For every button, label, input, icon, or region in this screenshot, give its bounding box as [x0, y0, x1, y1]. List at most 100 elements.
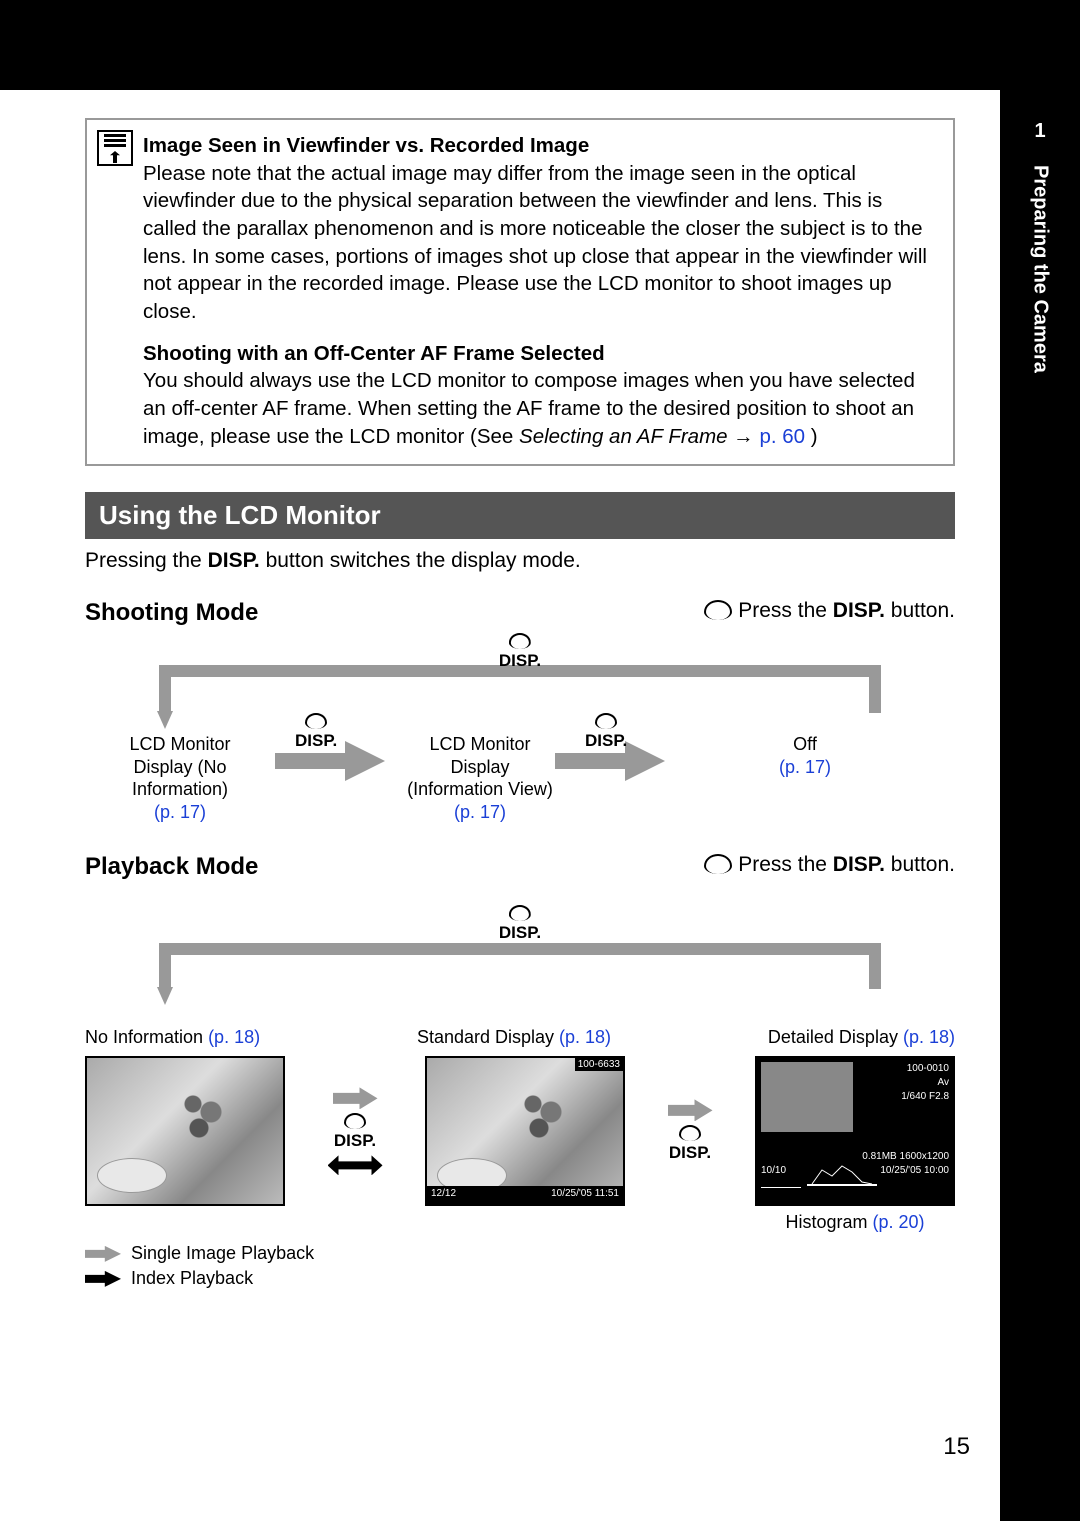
page-ref-18a[interactable]: (p. 18)	[208, 1027, 260, 1047]
histogram-icon	[807, 1164, 877, 1188]
n2b: Display	[450, 757, 509, 777]
eye-icon	[305, 713, 327, 729]
hist-text: Histogram	[785, 1212, 872, 1232]
thumb-detailed: 100-0010 Av 1/640 F2.8 0.81MB 1600x1200 …	[755, 1056, 955, 1206]
instr-b: button.	[885, 599, 955, 622]
disp-label: DISP.	[669, 1143, 711, 1163]
instr-a: Press the	[738, 599, 833, 622]
arrow-2: DISP.	[668, 1056, 713, 1206]
page-content: Image Seen in Viewfinder vs. Recorded Im…	[85, 118, 955, 1289]
top-black-bar	[0, 0, 1080, 90]
legend2-text: Index Playback	[131, 1268, 253, 1289]
section-body: Pressing the DISP. button switches the d…	[85, 549, 955, 573]
pb-col2: Standard Display (p. 18)	[417, 1027, 611, 1048]
info-paragraph-1: Please note that the actual image may di…	[143, 162, 927, 323]
eye-icon	[509, 905, 531, 921]
thumb-1-col	[85, 1056, 285, 1206]
instr-bold: DISP.	[833, 599, 885, 622]
info-paragraph-2-end: )	[811, 425, 818, 448]
page-ref-17b[interactable]: (p. 17)	[454, 802, 506, 822]
playback-legend: Single Image Playback Index Playback	[85, 1243, 955, 1289]
pb-col3-text: Detailed Display	[768, 1027, 903, 1047]
playback-labels-row: No Information (p. 18) Standard Display …	[85, 1027, 955, 1048]
det-l4: 10/10	[761, 1164, 786, 1178]
instr-a: Press the	[738, 853, 833, 876]
page-ref-17c[interactable]: (p. 17)	[779, 757, 831, 777]
instr-b: button.	[885, 853, 955, 876]
histogram-label: Histogram (p. 20)	[785, 1212, 924, 1233]
pb-col1: No Information (p. 18)	[85, 1027, 260, 1048]
section-body-a: Pressing the	[85, 549, 208, 572]
legend1-text: Single Image Playback	[131, 1243, 314, 1264]
disp-label: DISP.	[499, 923, 541, 943]
eye-icon	[679, 1125, 701, 1141]
pb-col3: Detailed Display (p. 18)	[768, 1027, 955, 1048]
disp-mid1: DISP.	[295, 713, 337, 751]
page-ref-60[interactable]: p. 60	[759, 425, 805, 448]
disp-label: DISP.	[499, 651, 541, 671]
overlay-strip: 12/12 10/25/'05 11:51	[427, 1186, 623, 1204]
overlay-id: 100-6633	[575, 1058, 623, 1071]
info-heading-2: Shooting with an Off-Center AF Frame Sel…	[143, 342, 605, 365]
overlay-count: 12/12	[431, 1188, 456, 1199]
det-id: 100-0010	[857, 1062, 949, 1076]
shooting-mode-title: Shooting Mode	[85, 599, 258, 627]
page-ref-17a[interactable]: (p. 17)	[154, 802, 206, 822]
thumb-3-col: 100-0010 Av 1/640 F2.8 0.81MB 1600x1200 …	[755, 1056, 955, 1233]
info-box: Image Seen in Viewfinder vs. Recorded Im…	[85, 118, 955, 466]
chapter-title: Preparing the Camera	[1029, 165, 1052, 373]
chapter-number: 1	[1000, 120, 1080, 143]
playback-thumbnails: DISP. 100-6633 12/12 10/25/'05 11:51 DIS…	[85, 1056, 955, 1233]
section-body-b: button switches the display mode.	[260, 549, 581, 572]
page-ref-20[interactable]: (p. 20)	[873, 1212, 925, 1232]
n2c: (Information View)	[407, 779, 553, 799]
black-arrow-icon	[85, 1271, 121, 1287]
eye-icon	[704, 600, 732, 620]
section-body-bold: DISP.	[208, 549, 260, 572]
playback-mode-instruction: Press the DISP. button.	[704, 853, 955, 877]
thumb-2-col: 100-6633 12/12 10/25/'05 11:51	[425, 1056, 625, 1206]
det-l1: Av	[857, 1076, 949, 1090]
side-black-bar: 1 Preparing the Camera	[1000, 0, 1080, 1521]
legend-index: Index Playback	[85, 1268, 955, 1289]
disp-label: DISP.	[585, 731, 627, 751]
eye-icon	[509, 633, 531, 649]
disp-label: DISP.	[295, 731, 337, 751]
thumb-no-info	[85, 1056, 285, 1206]
eye-icon	[704, 854, 732, 874]
info-paragraph-2-arrow: →	[733, 425, 759, 448]
legend-single: Single Image Playback	[85, 1243, 955, 1264]
disp-top-pb: DISP.	[499, 905, 541, 943]
shooting-mode-instruction: Press the DISP. button.	[704, 599, 955, 623]
n1b: Display (No	[133, 757, 226, 777]
thumb-standard: 100-6633 12/12 10/25/'05 11:51	[425, 1056, 625, 1206]
playback-mode-row: Playback Mode Press the DISP. button.	[85, 853, 955, 881]
det-l2: 1/640 F2.8	[857, 1090, 949, 1104]
n3a: Off	[793, 734, 817, 754]
page-ref-18c[interactable]: (p. 18)	[903, 1027, 955, 1047]
disp-top: DISP.	[499, 633, 541, 671]
playback-cycle-diagram: DISP.	[85, 889, 955, 1009]
eye-icon	[344, 1113, 366, 1129]
instr-bold: DISP.	[833, 853, 885, 876]
shooting-node-3: Off (p. 17)	[725, 733, 885, 778]
gray-arrow-icon	[333, 1087, 378, 1109]
shooting-mode-row: Shooting Mode Press the DISP. button.	[85, 599, 955, 627]
section-heading: Using the LCD Monitor	[85, 492, 955, 539]
shooting-cycle-diagram: DISP. LCD Monitor Display (No Informatio…	[85, 633, 955, 843]
disp-label: DISP.	[334, 1131, 376, 1151]
page-ref-18b[interactable]: (p. 18)	[559, 1027, 611, 1047]
shooting-node-1: LCD Monitor Display (No Information) (p.…	[105, 733, 255, 823]
black-double-arrow-icon	[328, 1155, 383, 1175]
arrow-1: DISP.	[328, 1056, 383, 1206]
shooting-node-2: LCD Monitor Display (Information View) (…	[395, 733, 565, 823]
eye-icon	[595, 713, 617, 729]
playback-mode-title: Playback Mode	[85, 853, 258, 881]
note-icon	[97, 130, 133, 166]
pb-col1-text: No Information	[85, 1027, 208, 1047]
disp-mid2: DISP.	[585, 713, 627, 751]
det-l5: 10/25/'05 10:00	[880, 1164, 949, 1178]
gray-arrow-icon	[668, 1099, 713, 1121]
pb-col2-text: Standard Display	[417, 1027, 559, 1047]
page-number: 15	[943, 1433, 970, 1461]
